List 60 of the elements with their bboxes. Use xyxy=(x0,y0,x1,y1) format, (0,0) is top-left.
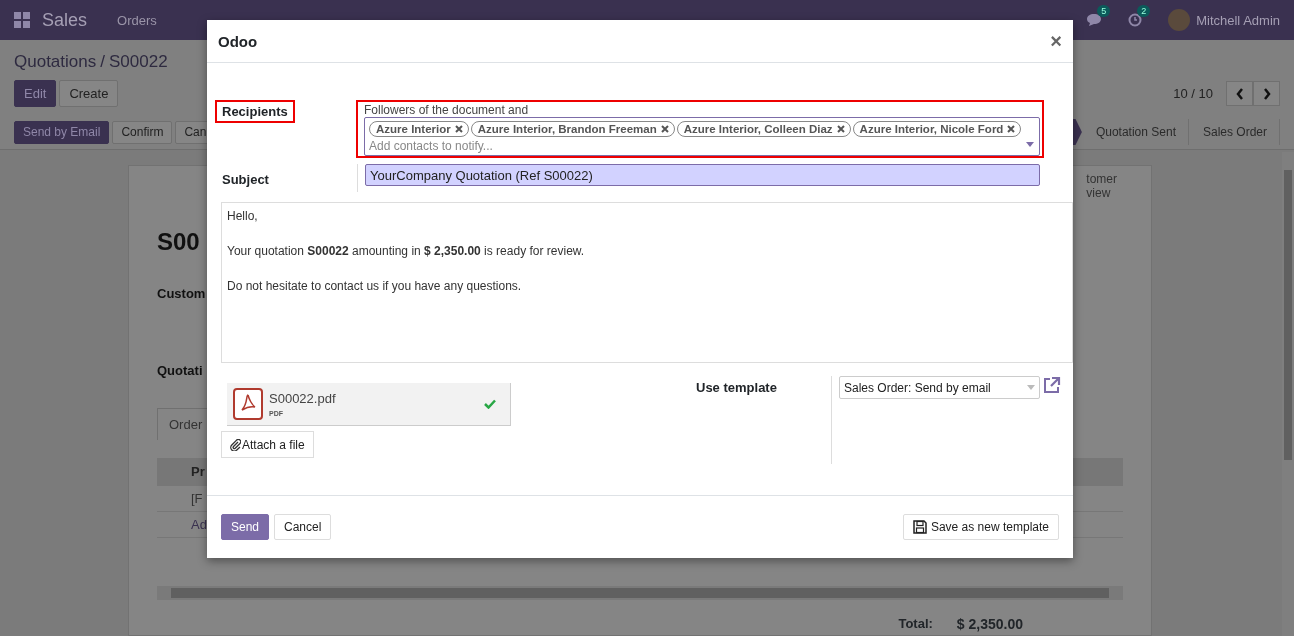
remove-icon[interactable] xyxy=(1007,125,1016,133)
smart-button[interactable]: tomer view xyxy=(1086,172,1117,200)
chat-icon[interactable] xyxy=(1086,13,1103,27)
attach-file-button[interactable]: Attach a file xyxy=(221,431,314,458)
activity-count: 2 xyxy=(1137,5,1151,17)
menu-item[interactable]: Orders xyxy=(117,12,157,28)
dropdown-caret-icon xyxy=(1027,385,1035,390)
pdf-file-icon xyxy=(233,388,263,420)
scrollbar-thumb[interactable] xyxy=(171,588,1109,598)
table-cell[interactable]: Ad xyxy=(191,512,207,538)
chevron-left-icon xyxy=(1235,87,1244,100)
next-button[interactable] xyxy=(1253,81,1280,106)
field-label: Subject xyxy=(221,171,270,189)
scrollbar-thumb[interactable] xyxy=(1284,170,1292,460)
send-button[interactable]: Send xyxy=(221,514,270,540)
table-cell-text: [F xyxy=(191,490,203,508)
chevron-right-icon xyxy=(1262,87,1271,100)
recipients-field[interactable]: Azure Interior Azure Interior, Brandon Freeman Azure Interior, Colleen Diaz Azure Interior, Nicole Ford Add contacts to notify... xyxy=(364,117,1040,156)
field-label: Recipients xyxy=(215,100,295,123)
field-label: Custom xyxy=(157,286,206,301)
status-action-button[interactable]: Confirm xyxy=(112,120,173,144)
pager-text: 10 / 10 xyxy=(1173,86,1213,101)
clock-icon[interactable] xyxy=(1128,13,1143,27)
stage-button[interactable]: Sales Order xyxy=(1188,119,1280,145)
column-header: Pr xyxy=(191,463,205,481)
dialog-title: Odoo xyxy=(218,32,258,50)
previous-button[interactable] xyxy=(1226,81,1253,106)
cancel-button[interactable]: Cancel xyxy=(274,514,332,540)
action-button[interactable]: Edit xyxy=(14,80,57,107)
stage-button[interactable]: Quotation Sent xyxy=(1081,119,1189,145)
message-paragraph: Your quotation S00022 amounting in $ 2,350.00 is ready for review. xyxy=(227,243,586,260)
message-editor[interactable]: Hello, Your quotation S00022 amounting in $ 2,350.00 is ready for review. Do not hesitate to contact us if you have any questions. xyxy=(221,202,1073,363)
status-action-button[interactable]: Send by Email xyxy=(14,120,110,144)
apps-menu-icon[interactable] xyxy=(14,12,30,28)
remove-icon[interactable] xyxy=(660,125,669,133)
remove-icon[interactable] xyxy=(454,125,463,133)
attachment-name: S00022.pdf xyxy=(269,391,336,406)
total-value: $ 2,350.00 xyxy=(956,616,1023,632)
total-label: Total: xyxy=(898,616,933,632)
record-title: S00 xyxy=(157,228,200,256)
remove-icon[interactable] xyxy=(836,125,845,133)
breadcrumb-current: S00022 xyxy=(108,52,168,72)
close-button[interactable]: × xyxy=(1050,29,1062,53)
breadcrumb-link[interactable]: Quotations xyxy=(14,52,97,72)
recipients-hint: Followers of the document and xyxy=(364,103,530,117)
user-name[interactable]: Mitchell Admin xyxy=(1196,12,1280,28)
field-label: Use template xyxy=(696,380,777,395)
breadcrumb-separator: / xyxy=(100,52,105,72)
subject-field[interactable]: YourCompany Quotation (Ref S00022) xyxy=(365,164,1040,186)
app-name[interactable]: Sales xyxy=(42,9,88,31)
action-button[interactable]: Create xyxy=(59,80,119,107)
template-select[interactable]: Sales Order: Send by email xyxy=(839,376,1040,399)
external-link-icon[interactable] xyxy=(1042,376,1062,394)
message-paragraph: Do not hesitate to contact us if you have any questions. xyxy=(227,278,523,295)
message-paragraph: Hello, xyxy=(227,208,259,225)
field-label: Quotati xyxy=(157,363,203,378)
save-template-button[interactable]: Save as new template xyxy=(902,514,1059,540)
paperclip-icon xyxy=(230,438,241,451)
dropdown-caret-icon[interactable] xyxy=(1026,142,1034,147)
message-count: 5 xyxy=(1097,5,1111,17)
